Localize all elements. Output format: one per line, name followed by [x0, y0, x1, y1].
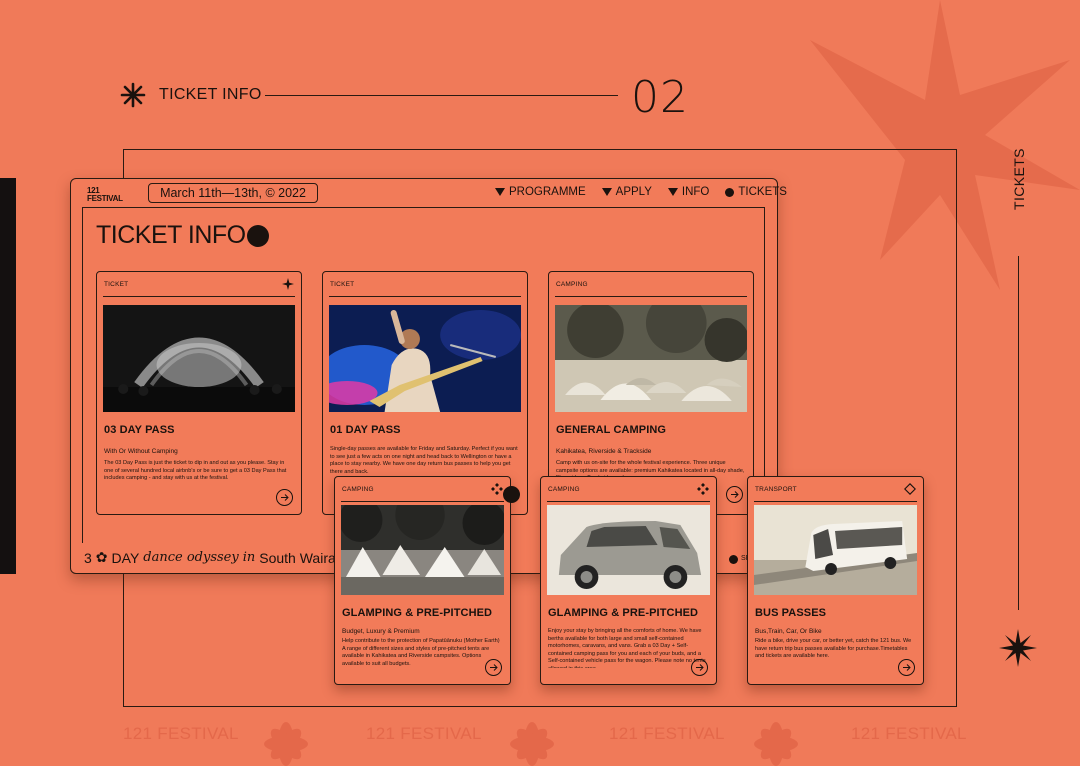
- card-description: Enjoy your stay by bringing all the comf…: [548, 628, 706, 668]
- card-description: The 03 Day Pass is just the ticket to di…: [104, 460, 287, 482]
- arrow-right-icon: [903, 664, 911, 671]
- arrow-right-icon: [281, 494, 289, 501]
- page-title: TICKET INFO: [96, 221, 269, 250]
- asterisk-icon: [120, 82, 146, 108]
- four-diamonds-icon: [697, 483, 709, 495]
- sparkle-icon: [282, 278, 294, 290]
- date-pill: March 11th—13th, © 2022: [148, 183, 318, 203]
- card-title: GLAMPING & PRE-PITCHED: [342, 607, 493, 619]
- festival-logo[interactable]: 121 FESTIVAL: [87, 187, 123, 203]
- card-description: Single-day passes are available for Frid…: [330, 446, 518, 475]
- card-title: BUS PASSES: [755, 607, 827, 619]
- card-description: Help contribute to the protection of Pap…: [342, 638, 500, 667]
- card-subtitle: Bus,Train, Car, Or Bike: [755, 628, 822, 635]
- starburst-icon: [999, 629, 1037, 667]
- campsite-photo: [555, 305, 747, 412]
- ghost-text: 121 FESTIVAL: [123, 724, 239, 743]
- side-rule: [1018, 256, 1020, 610]
- four-diamonds-icon: [491, 483, 503, 495]
- side-tag-label: TICKETS: [1011, 148, 1027, 210]
- card-arrow-button[interactable]: [691, 659, 708, 676]
- side-tag: TICKETS: [1003, 148, 1035, 212]
- main-nav: PROGRAMME APPLY INFO TICKETS: [495, 186, 787, 198]
- card-arrow-button[interactable]: [503, 486, 520, 503]
- arrow-right-icon: [696, 664, 704, 671]
- card-subtitle: Kahikatea, Riverside & Trackside: [556, 448, 652, 455]
- card-tag: CAMPING: [342, 486, 374, 493]
- nav-item-tickets[interactable]: TICKETS: [725, 186, 787, 198]
- nav-item-programme[interactable]: PROGRAMME: [495, 186, 586, 198]
- card-tag: CAMPING: [556, 281, 588, 288]
- flower-icon: [754, 722, 798, 766]
- footer-dot-icon: [729, 555, 738, 564]
- slide-header: TICKET INFO 02: [120, 72, 688, 123]
- swirl-icon: ✿: [95, 549, 108, 565]
- glamping-tents-photo: [341, 505, 504, 595]
- glamping-card[interactable]: CAMPING GLAMPING & PRE-PITCHED Budget, L…: [334, 476, 511, 685]
- transport-card[interactable]: TRANSPORT BUS PASSES Bus,Train, Car, Or …: [747, 476, 924, 685]
- card-description: Ride a bike, drive your car, or better y…: [755, 638, 912, 660]
- dot-icon: [725, 187, 735, 197]
- card-arrow-button[interactable]: [485, 659, 502, 676]
- card-tag: TRANSPORT: [755, 486, 797, 493]
- triangle-down-icon: [601, 188, 612, 196]
- card-arrow-button[interactable]: [276, 489, 293, 506]
- nav-item-info[interactable]: INFO: [667, 186, 709, 198]
- guitarist-photo: [329, 305, 521, 412]
- card-tag: TICKET: [104, 281, 129, 288]
- triangle-down-icon: [495, 188, 505, 196]
- minivan-photo: [547, 505, 710, 595]
- card-title: 01 DAY PASS: [330, 424, 401, 436]
- card-arrow-button[interactable]: [898, 659, 915, 676]
- ghost-text: 121 FESTIVAL: [609, 724, 725, 743]
- card-title: GLAMPING & PRE-PITCHED: [548, 607, 699, 619]
- card-tag: TICKET: [330, 281, 355, 288]
- card-arrow-button[interactable]: [726, 486, 743, 503]
- slide-title: TICKET INFO: [159, 86, 262, 103]
- slide-title-rule: [265, 95, 618, 97]
- card-subtitle: Budget, Luxury & Premium: [342, 628, 420, 635]
- card-subtitle: With Or Without Camping: [104, 448, 178, 455]
- left-accent-bar: [0, 178, 16, 574]
- ghost-text: 121 FESTIVAL: [851, 724, 967, 743]
- arrow-right-icon: [490, 664, 498, 671]
- card-tag: CAMPING: [548, 486, 580, 493]
- ticket-card[interactable]: TICKET 03 DAY PASS With Or Without Campi…: [96, 271, 302, 515]
- flower-icon: [510, 722, 554, 766]
- slide-number: 02: [631, 72, 689, 123]
- ghost-text: 121 FESTIVAL: [366, 724, 482, 743]
- triangle-down-icon: [667, 188, 678, 196]
- concert-photo: [103, 305, 295, 412]
- nav-item-apply[interactable]: APPLY: [601, 186, 652, 198]
- ball-icon: [246, 224, 269, 247]
- vehicle-camping-card[interactable]: CAMPING GLAMPING & PRE-PITCHED Enjoy you…: [540, 476, 717, 685]
- bus-photo: [754, 505, 917, 595]
- diamond-outline-icon: [904, 483, 916, 495]
- card-title: GENERAL CAMPING: [556, 424, 667, 436]
- flower-icon: [264, 722, 308, 766]
- card-title: 03 DAY PASS: [104, 424, 175, 436]
- arrow-right-icon: [731, 491, 739, 498]
